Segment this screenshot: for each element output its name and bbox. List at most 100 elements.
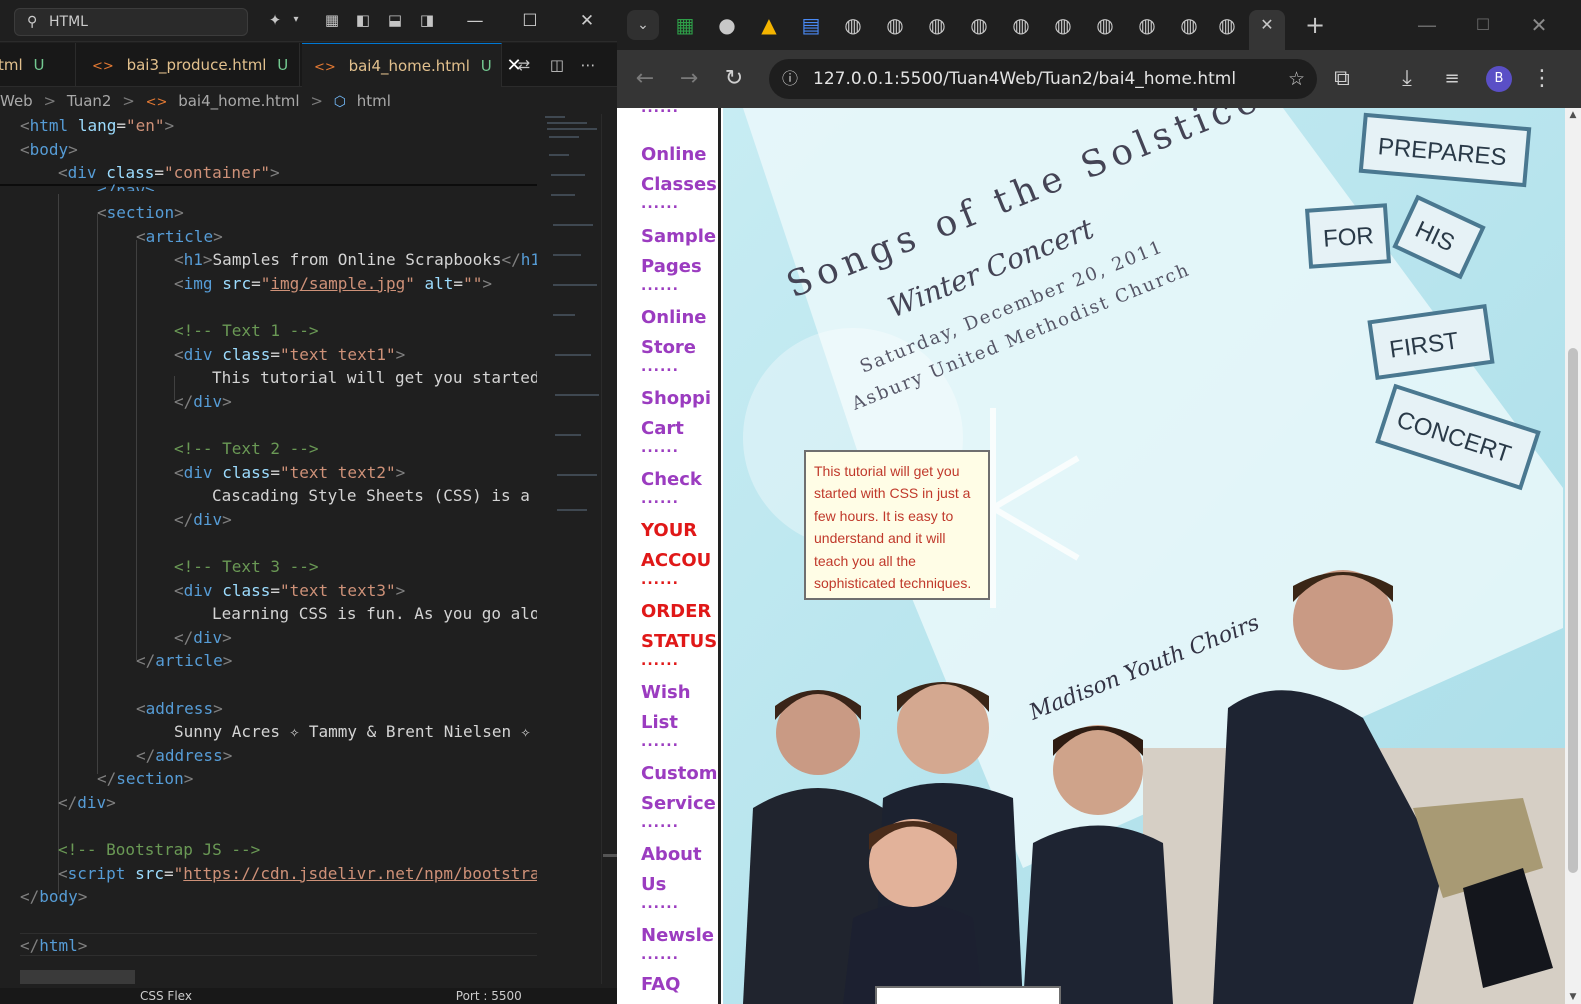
docs-icon[interactable]: ▤ [793, 10, 829, 40]
maximize-button[interactable]: ☐ [1465, 10, 1501, 40]
toggle-secondary-sidebar-icon[interactable]: ◨ [417, 10, 437, 30]
bookmark-star-icon[interactable]: ☆ [1288, 59, 1305, 99]
nav-item-label: Online [641, 144, 707, 165]
code-line: <address> [136, 698, 223, 718]
scrollbar-thumb[interactable] [1568, 348, 1578, 873]
nav-item[interactable]: Shoppi Cart...... [641, 384, 719, 452]
code-line: <img src="img/sample.jpg" alt=""> [174, 273, 492, 293]
close-window-button[interactable]: ✕ [1521, 10, 1557, 40]
nav-item-dots: ...... [641, 815, 679, 827]
nav-item-label: FAQ [641, 974, 681, 995]
tab-search-icon[interactable]: ⌄ [627, 10, 659, 40]
tab-label: bai4_home.html [348, 57, 470, 75]
media-control-icon[interactable]: ≡ [1437, 64, 1467, 94]
command-center-search[interactable]: ⚲ HTML [14, 8, 248, 36]
avatar[interactable]: B [1486, 66, 1512, 92]
nav-item-label: YOUR [641, 520, 698, 541]
toggle-primary-sidebar-icon[interactable]: ◧ [353, 10, 373, 30]
chevron-down-icon[interactable]: ▾ [286, 10, 306, 30]
globe-icon[interactable]: ◍ [1209, 10, 1245, 40]
status-item[interactable]: Port : 5500 [456, 989, 522, 1003]
status-item[interactable]: CSS Flex [140, 989, 192, 1003]
nav-item[interactable]: Wish List...... [641, 678, 719, 746]
tab-label: bai3_produce.html [126, 56, 267, 74]
reload-icon[interactable]: ↻ [719, 64, 749, 94]
globe-icon[interactable]: ◍ [1045, 10, 1081, 40]
nav-item-dots: ...... [641, 653, 679, 665]
close-window-button[interactable]: ✕ [572, 8, 602, 34]
tab-strip: ⌄ ▦ ● ▲ ▤ ◍ ◍ ◍ ◍ ◍ ◍ ◍ ◍ ◍ ◍ ✕ + — ☐ ✕ [617, 0, 1581, 50]
nav-item[interactable]: Newsle...... [641, 921, 719, 959]
split-editor-icon[interactable]: ◫ [547, 55, 567, 75]
nav-item[interactable]: Check...... [641, 465, 719, 503]
code-line: </address> [136, 745, 233, 765]
copilot-icon[interactable]: ✦ [265, 10, 285, 30]
more-actions-icon[interactable]: ⋯ [578, 55, 598, 75]
editor-tabs: tml U <> bai3_produce.html U <> bai4_hom… [0, 43, 617, 87]
code-line: </article> [136, 651, 233, 671]
nav-item-partial[interactable]: ...... [641, 108, 719, 114]
nav-item[interactable]: FAQ [641, 970, 719, 1000]
site-info-icon[interactable]: ⓘ [782, 59, 798, 99]
drive-icon[interactable]: ▲ [751, 10, 787, 40]
address-bar[interactable]: ⓘ 127.0.0.1:5500/Tuan4Web/Tuan2/bai4_hom… [769, 59, 1317, 99]
active-tab-close-icon[interactable]: ✕ [1249, 10, 1285, 50]
scroll-down-icon[interactable]: ▼ [1565, 992, 1581, 1002]
nav-item-label: Wish [641, 682, 691, 703]
nav-item[interactable]: Sample Pages...... [641, 222, 719, 290]
code-line: Learning CSS is fun. As you go alo [212, 604, 537, 624]
maximize-button[interactable]: ☐ [515, 8, 545, 34]
code-line: <div class="text text3"> [174, 580, 406, 600]
nav-item[interactable]: ORDER STATUS...... [641, 597, 719, 665]
globe-icon[interactable]: ◍ [1129, 10, 1165, 40]
globe-icon[interactable]: ◍ [919, 10, 955, 40]
downloads-icon[interactable]: ⤓ [1392, 64, 1422, 94]
globe-icon[interactable]: ◍ [1003, 10, 1039, 40]
scroll-up-icon[interactable]: ▲ [1565, 110, 1581, 120]
globe-icon[interactable]: ◍ [877, 10, 913, 40]
back-icon[interactable]: ← [630, 64, 660, 94]
nav-item-label: Online [641, 307, 707, 328]
concert-photo: Songs of the Solstice Winter Concert Sat… [723, 108, 1565, 1004]
nav-item[interactable]: About Us...... [641, 840, 719, 908]
breadcrumb-item[interactable]: Web [0, 92, 33, 110]
site-navigation: ...... OnlineClasses...... SamplePages...… [617, 108, 721, 1004]
globe-icon[interactable]: ◍ [1087, 10, 1123, 40]
extensions-icon[interactable]: ⧉ [1327, 64, 1357, 94]
nav-item-dots: ...... [641, 278, 679, 290]
nav-item[interactable]: Custom Service...... [641, 759, 719, 827]
code-line: <body> [20, 139, 78, 159]
globe-icon[interactable]: ◍ [961, 10, 997, 40]
editor-scrollbar[interactable] [601, 114, 617, 984]
horizontal-scrollbar[interactable] [20, 970, 135, 984]
minimize-button[interactable]: — [460, 8, 490, 34]
menu-icon[interactable]: ⋮ [1527, 64, 1557, 94]
customize-layout-icon[interactable]: ▦ [322, 10, 342, 30]
compare-changes-icon[interactable]: ⇄ [514, 55, 534, 75]
globe-icon[interactable]: ◍ [835, 10, 871, 40]
github-icon[interactable]: ● [709, 10, 745, 40]
new-tab-icon[interactable]: + [1297, 10, 1333, 40]
forward-icon[interactable]: → [674, 64, 704, 94]
minimap[interactable] [537, 114, 601, 984]
breadcrumb-item[interactable]: bai4_home.html [178, 92, 299, 110]
code-comment: <!-- Text 3 --> [174, 557, 319, 576]
nav-item-dots: ...... [641, 359, 679, 371]
sheets-icon[interactable]: ▦ [667, 10, 703, 40]
tab-bai4-home[interactable]: <> bai4_home.html U ✕ [302, 43, 522, 87]
tab-partial[interactable]: tml U [0, 43, 76, 87]
nav-item[interactable]: YOUR ACCOU...... [641, 516, 719, 584]
browser-toolbar: ← → ↻ ⓘ 127.0.0.1:5500/Tuan4Web/Tuan2/ba… [617, 50, 1581, 108]
tab-bai3-produce[interactable]: <> bai3_produce.html U [80, 43, 300, 87]
breadcrumb-item[interactable]: Tuan2 [67, 92, 112, 110]
page-scrollbar[interactable]: ▲ ▼ [1565, 108, 1581, 1004]
code-editor[interactable]: <html lang="en"> <body> <div class="cont… [0, 114, 537, 964]
nav-item-dots: ...... [641, 734, 679, 746]
nav-item[interactable]: Online Classes...... [641, 140, 719, 208]
breadcrumb-item[interactable]: html [357, 92, 391, 110]
nav-item[interactable]: Online Store...... [641, 303, 719, 371]
tab-flag: U [277, 56, 289, 74]
minimize-button[interactable]: — [1409, 10, 1445, 40]
globe-icon[interactable]: ◍ [1171, 10, 1207, 40]
toggle-panel-icon[interactable]: ⬓ [385, 10, 405, 30]
